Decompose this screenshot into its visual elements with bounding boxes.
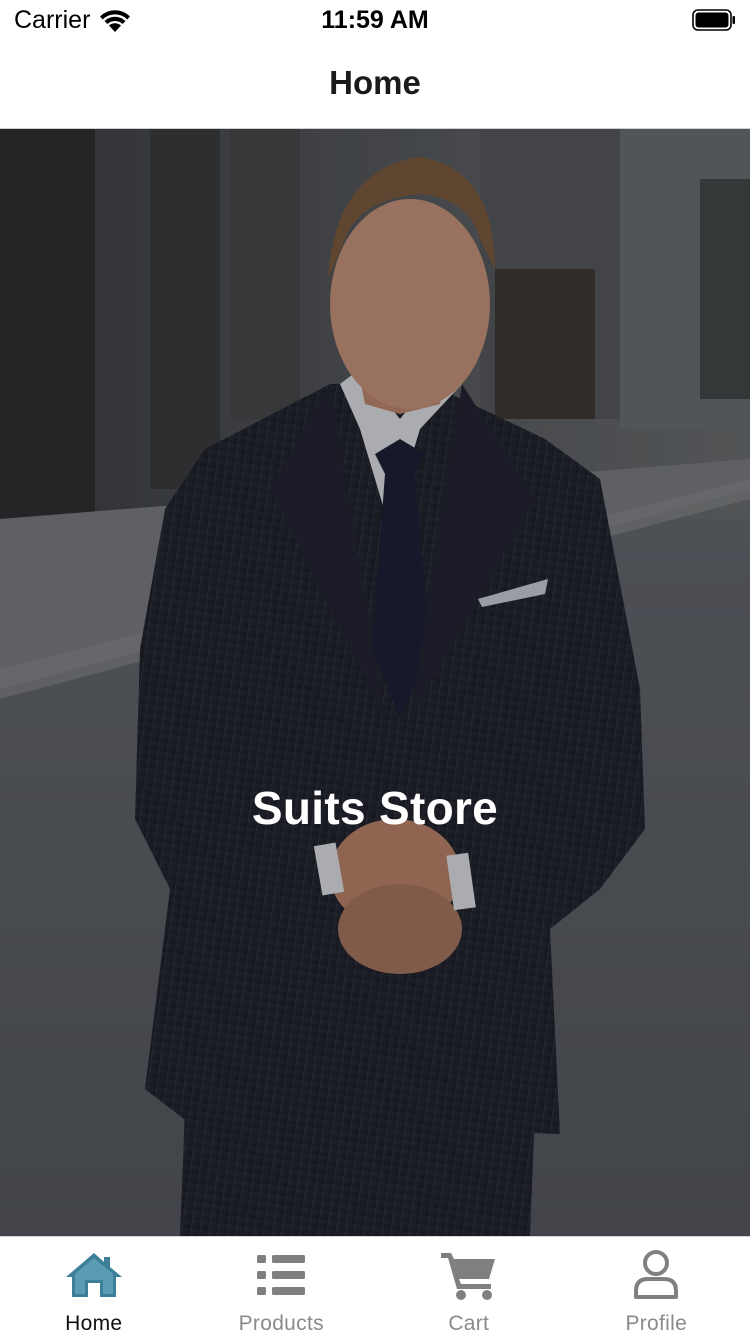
hero-banner: Suits Store <box>0 129 750 1236</box>
tab-profile[interactable]: Profile <box>563 1237 750 1335</box>
tab-bar: Home Products Cart Profile <box>0 1236 750 1335</box>
battery-icon <box>692 9 736 31</box>
tab-products[interactable]: Products <box>188 1237 376 1335</box>
tab-label-cart: Cart <box>375 1312 563 1336</box>
navigation-bar: Home <box>0 40 750 129</box>
home-icon <box>64 1249 124 1301</box>
tab-cart[interactable]: Cart <box>375 1237 563 1335</box>
page-title: Home <box>0 64 750 102</box>
hero-title: Suits Store <box>0 781 750 835</box>
tab-label-products: Products <box>188 1312 376 1336</box>
user-icon <box>626 1249 686 1301</box>
clock: 11:59 AM <box>0 6 750 35</box>
tab-label-home: Home <box>0 1312 188 1336</box>
tab-home[interactable]: Home <box>0 1237 188 1335</box>
tab-label-profile: Profile <box>563 1312 750 1336</box>
cart-icon <box>439 1249 499 1301</box>
hero-photo <box>0 129 750 1236</box>
list-icon <box>251 1249 311 1301</box>
status-bar: Carrier 11:59 AM <box>0 0 750 40</box>
